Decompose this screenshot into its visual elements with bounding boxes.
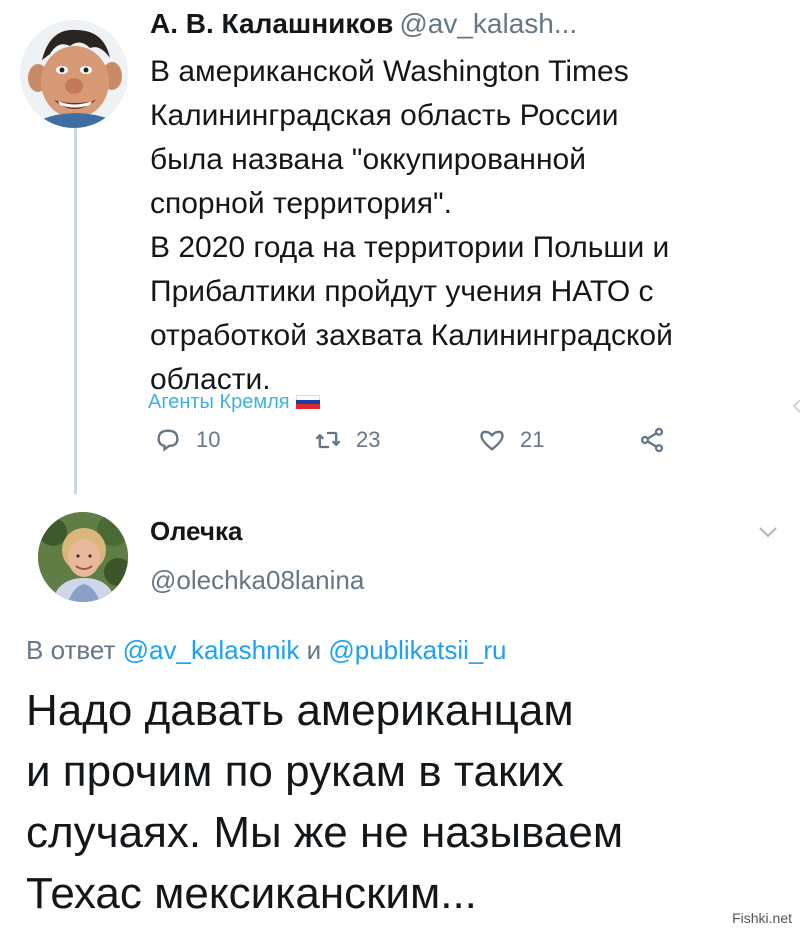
caricature-avatar-image (20, 20, 128, 128)
retweet-button[interactable]: 23 (314, 426, 380, 454)
agents-watermark: Агенты Кремля (148, 390, 320, 414)
like-icon (480, 430, 504, 451)
reply-icon (157, 429, 179, 452)
tweet1-line: Прибалтики пройдут учения НАТО с (150, 275, 654, 308)
photo-avatar-image (38, 512, 128, 602)
tweet2-text: Надо давать американцам и прочим по рука… (26, 680, 786, 924)
reply-context: В ответ @av_kalashnik и @publikatsii_ru (26, 632, 506, 668)
tweet1-line: была названа "оккупированной (150, 143, 586, 176)
tweet1-actions: 10 23 21 (148, 422, 708, 458)
site-watermark: Fishki.net (732, 910, 792, 926)
tweet2-author-handle[interactable]: @olechka08lanina (150, 563, 364, 597)
tweet1-line: отработкой захвата Калининградской (150, 319, 673, 352)
reply-count: 10 (196, 427, 221, 452)
reply-mention-publikatsii-ru[interactable]: @publikatsii_ru (328, 635, 506, 665)
tweet1-line: спорной территория". (150, 187, 452, 220)
avatar-olechka[interactable] (38, 512, 128, 602)
tweet1-author-handle[interactable]: @av_kalash... (399, 8, 577, 39)
reply-button[interactable]: 10 (154, 426, 220, 454)
watermark-text: Агенты Кремля (148, 391, 290, 413)
like-count: 21 (520, 427, 545, 452)
tweet-thread-screenshot: А. В. Калашников @av_kalash... В американ… (0, 0, 800, 932)
reply-prefix: В ответ (26, 635, 116, 665)
retweet-count: 23 (356, 427, 381, 452)
edge-scroll-chevron-icon (792, 382, 800, 442)
reply-mention-av-kalashnik[interactable]: @av_kalashnik (123, 635, 300, 665)
tweet2-line: случаях. Мы же не называем (26, 808, 624, 857)
retweet-icon (315, 431, 341, 449)
share-icon (640, 427, 664, 453)
tweet1-line: В 2020 года на территории Польши и (150, 231, 670, 264)
tweet1-line: Калининградская область России (150, 99, 619, 132)
tweet2-line: Надо давать американцам (26, 686, 574, 735)
tweet1-text: В американской Washington Times Калининг… (150, 50, 770, 402)
tweet1-author-name[interactable]: А. В. Калашников (150, 8, 393, 39)
tweet2-line: и прочим по рукам в таких (26, 747, 564, 796)
tweet2-author-name[interactable]: Олечка (150, 514, 242, 548)
thread-connector-line (74, 124, 77, 494)
tweet-options-chevron-icon[interactable] (756, 522, 780, 542)
russian-flag-icon (295, 395, 320, 409)
avatar-kalashnikov[interactable] (20, 20, 128, 128)
like-button[interactable]: 21 (478, 426, 544, 454)
tweet2-line: Техас мексиканским... (26, 869, 477, 918)
reply-conjunction: и (306, 635, 322, 665)
tweet1-header: А. В. Калашников @av_kalash... (150, 6, 577, 42)
tweet1-line: В американской Washington Times (150, 55, 629, 88)
share-button[interactable] (638, 426, 666, 454)
